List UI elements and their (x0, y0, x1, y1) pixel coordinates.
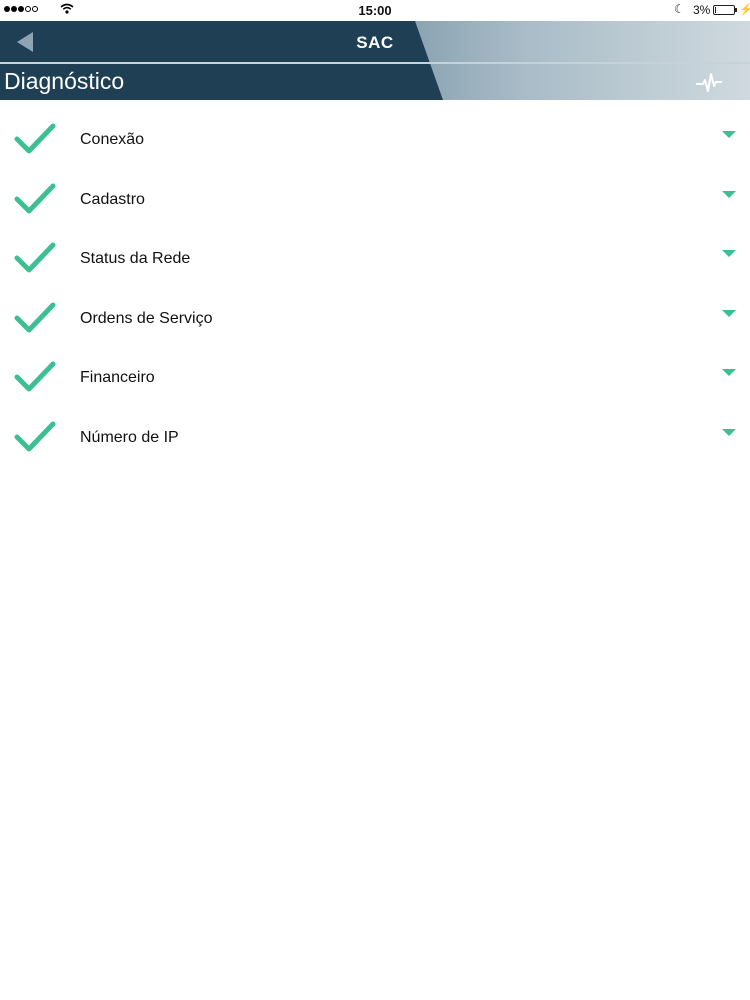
checkmark-icon (14, 421, 56, 452)
diagnostic-item[interactable]: Número de IP (0, 408, 750, 468)
nav-title: SAC (356, 33, 394, 52)
header-divider (0, 62, 750, 64)
checkmark-icon (14, 183, 56, 214)
chevron-down-icon[interactable] (721, 130, 737, 140)
diagnostic-item[interactable]: Financeiro (0, 348, 750, 408)
diagnostic-label: Status da Rede (80, 250, 191, 268)
do-not-disturb-icon: ☾ (674, 2, 685, 16)
diagnostic-item[interactable]: Cadastro (0, 170, 750, 230)
chevron-down-icon[interactable] (721, 190, 737, 200)
back-button[interactable] (14, 30, 38, 54)
chevron-down-icon[interactable] (721, 249, 737, 259)
charging-icon: ⚡ (739, 4, 750, 16)
diagnostic-label: Financeiro (80, 369, 155, 387)
diagnostic-item[interactable]: Status da Rede (0, 229, 750, 289)
checkmark-icon (14, 361, 56, 392)
diagnostics-pulse-button[interactable] (695, 71, 723, 95)
checkmark-icon (14, 302, 56, 333)
checkmark-icon (14, 242, 56, 273)
diagnostic-item[interactable]: Ordens de Serviço (0, 289, 750, 349)
battery-icon (713, 5, 735, 15)
app-header: SAC Diagnóstico (0, 21, 750, 100)
heartbeat-icon (696, 73, 722, 92)
status-time: 15:00 (358, 3, 392, 18)
battery-percentage: 3% (693, 3, 711, 17)
chevron-down-icon[interactable] (721, 309, 737, 319)
diagnostic-label: Conexão (80, 131, 145, 148)
chevron-down-icon[interactable] (721, 368, 737, 378)
page-title: Diagnóstico (4, 68, 125, 94)
diagnostic-item[interactable]: Conexão (0, 110, 750, 170)
status-bar: 15:00 ☾ 3% ⚡ (0, 0, 750, 21)
battery-tip (735, 8, 737, 12)
chevron-down-icon[interactable] (721, 428, 737, 438)
diagnostic-label: Cadastro (80, 190, 145, 208)
back-arrow-icon (17, 32, 33, 52)
diagnostic-label: Número de IP (80, 428, 179, 446)
diagnostic-label: Ordens de Serviço (80, 309, 213, 327)
diagnostics-list: Conexão Cadastro Status da Rede Ordens de S… (0, 110, 750, 468)
checkmark-icon (14, 123, 56, 154)
